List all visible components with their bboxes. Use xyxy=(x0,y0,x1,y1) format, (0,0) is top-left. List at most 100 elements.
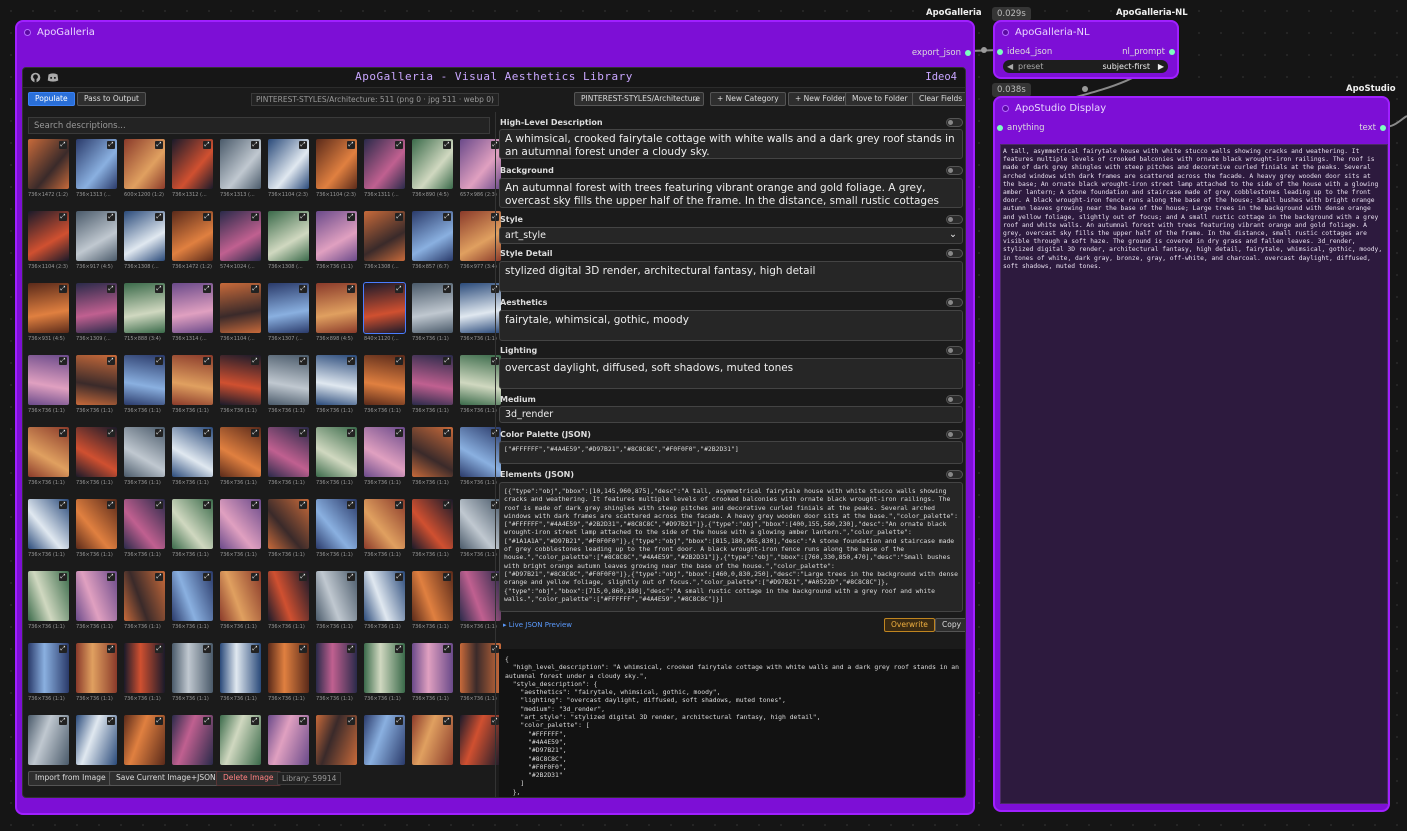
expand-icon[interactable]: ⤢ xyxy=(59,213,67,221)
style-toggle[interactable] xyxy=(946,215,963,224)
gallery-thumbnail[interactable]: ⤢ 736×736 (1:1) xyxy=(76,499,117,562)
collapse-dot-icon[interactable] xyxy=(24,29,31,36)
expand-icon[interactable]: ⤢ xyxy=(251,285,259,293)
expand-icon[interactable]: ⤢ xyxy=(203,357,211,365)
expand-icon[interactable]: ⤢ xyxy=(203,645,211,653)
expand-icon[interactable]: ⤢ xyxy=(155,717,163,725)
expand-icon[interactable]: ⤢ xyxy=(107,501,115,509)
studio-node-header[interactable]: ApoStudio Display xyxy=(995,98,1388,120)
gallery-thumbnail[interactable]: ⤢ 736×736 (1:1) xyxy=(172,643,213,706)
gallery-thumbnail[interactable]: ⤢ 736×931 (4:5) xyxy=(28,283,69,346)
expand-icon[interactable]: ⤢ xyxy=(59,717,67,725)
gallery-thumbnail[interactable]: ⤢ 736×736 (1:1) xyxy=(364,427,405,490)
gallery-thumbnail[interactable]: ⤢ 736×736 (1:1) xyxy=(412,643,453,706)
expand-icon[interactable]: ⤢ xyxy=(395,501,403,509)
gallery-thumbnail[interactable]: ⤢ 736×736 (1:1) xyxy=(268,643,309,706)
aesthetics-textarea[interactable]: fairytale, whimsical, gothic, moody xyxy=(499,310,963,341)
arrow-left-icon[interactable]: ◀ xyxy=(1007,60,1013,73)
gallery-thumbnail[interactable]: ⤢ xyxy=(316,715,357,778)
expand-icon[interactable]: ⤢ xyxy=(59,429,67,437)
expand-icon[interactable]: ⤢ xyxy=(443,141,451,149)
expand-icon[interactable]: ⤢ xyxy=(251,357,259,365)
expand-icon[interactable]: ⤢ xyxy=(155,357,163,365)
expand-icon[interactable]: ⤢ xyxy=(299,141,307,149)
gallery-thumbnail[interactable]: ⤢ 736×736 (1:1) xyxy=(412,283,453,346)
expand-icon[interactable]: ⤢ xyxy=(395,141,403,149)
expand-icon[interactable]: ⤢ xyxy=(203,717,211,725)
gallery-thumbnail[interactable]: ⤢ 736×736 (1:1) xyxy=(28,499,69,562)
hld-toggle[interactable] xyxy=(946,118,963,127)
expand-icon[interactable]: ⤢ xyxy=(155,501,163,509)
elements-toggle[interactable] xyxy=(946,470,963,479)
gallery-thumbnail[interactable]: ⤢ 736×736 (1:1) xyxy=(316,427,357,490)
gallery-thumbnail[interactable]: ⤢ xyxy=(412,715,453,778)
expand-icon[interactable]: ⤢ xyxy=(395,645,403,653)
gallery-thumbnail[interactable]: ⤢ 736×1309 (... xyxy=(76,283,117,346)
aesthetics-toggle[interactable] xyxy=(946,298,963,307)
gallery-thumbnail[interactable]: ⤢ xyxy=(364,715,405,778)
gallery-thumbnail[interactable]: ⤢ 736×1104 (... xyxy=(220,283,261,346)
expand-icon[interactable]: ⤢ xyxy=(251,429,259,437)
studio-node[interactable]: ApoStudio Display anything text A tall, … xyxy=(993,96,1390,812)
delete-image-button[interactable]: Delete Image xyxy=(216,771,281,786)
expand-icon[interactable]: ⤢ xyxy=(59,501,67,509)
collapse-dot-icon[interactable] xyxy=(1002,29,1009,36)
gallery-thumbnail[interactable]: ⤢ 736×1472 (1:2) xyxy=(28,139,69,202)
expand-icon[interactable]: ⤢ xyxy=(107,573,115,581)
gallery-thumbnail[interactable]: ⤢ 736×736 (1:1) xyxy=(316,499,357,562)
gallery-thumbnail[interactable]: ⤢ 736×736 (1:1) xyxy=(220,355,261,418)
gallery-thumbnail[interactable]: ⤢ 736×1308 (... xyxy=(124,211,165,274)
text-output-socket[interactable] xyxy=(1380,125,1386,131)
gallery-thumbnail[interactable]: ⤢ 736×736 (1:1) xyxy=(268,355,309,418)
expand-icon[interactable]: ⤢ xyxy=(59,645,67,653)
gallery-thumbnail[interactable]: ⤢ 736×736 (1:1) xyxy=(124,499,165,562)
gallery-thumbnail[interactable]: ⤢ 736×898 (4:5) xyxy=(316,283,357,346)
expand-icon[interactable]: ⤢ xyxy=(443,213,451,221)
expand-icon[interactable]: ⤢ xyxy=(251,717,259,725)
gallery-thumbnail[interactable]: ⤢ 736×736 (1:1) xyxy=(220,643,261,706)
gallery-thumbnail[interactable]: ⤢ 736×736 (1:1) xyxy=(268,499,309,562)
expand-icon[interactable]: ⤢ xyxy=(251,141,259,149)
expand-icon[interactable]: ⤢ xyxy=(347,285,355,293)
expand-icon[interactable]: ⤢ xyxy=(347,429,355,437)
gallery-thumbnail[interactable]: ⤢ 736×736 (1:1) xyxy=(172,427,213,490)
gallery-thumbnail[interactable]: ⤢ 736×1308 (... xyxy=(364,211,405,274)
expand-icon[interactable]: ⤢ xyxy=(59,573,67,581)
gallery-thumbnail[interactable]: ⤢ 736×736 (1:1) xyxy=(364,571,405,634)
background-textarea[interactable]: An autumnal forest with trees featuring … xyxy=(499,178,963,208)
gallery-thumbnail[interactable]: ⤢ 736×736 (1:1) xyxy=(28,643,69,706)
expand-icon[interactable]: ⤢ xyxy=(107,213,115,221)
expand-icon[interactable]: ⤢ xyxy=(395,357,403,365)
expand-icon[interactable]: ⤢ xyxy=(347,645,355,653)
expand-icon[interactable]: ⤢ xyxy=(299,213,307,221)
expand-icon[interactable]: ⤢ xyxy=(443,717,451,725)
gallery-thumbnail[interactable]: ⤢ xyxy=(268,715,309,778)
expand-icon[interactable]: ⤢ xyxy=(203,573,211,581)
gallery-thumbnail[interactable]: ⤢ 736×1308 (... xyxy=(268,211,309,274)
expand-icon[interactable]: ⤢ xyxy=(155,429,163,437)
preset-widget[interactable]: ◀ preset subject-first ▶ xyxy=(1003,60,1168,73)
gallery-thumbnail[interactable]: ⤢ 736×736 (1:1) xyxy=(172,571,213,634)
expand-icon[interactable]: ⤢ xyxy=(59,357,67,365)
expand-icon[interactable]: ⤢ xyxy=(299,573,307,581)
arrow-right-icon[interactable]: ▶ xyxy=(1158,60,1164,73)
collapse-dot-icon[interactable] xyxy=(1002,105,1009,112)
gallery-thumbnail[interactable]: ⤢ 736×1472 (1:2) xyxy=(172,211,213,274)
expand-icon[interactable]: ⤢ xyxy=(443,357,451,365)
palette-textarea[interactable]: ["#FFFFFF","#4A4E59","#D97B21","#8C8C8C"… xyxy=(499,441,963,464)
expand-icon[interactable]: ⤢ xyxy=(299,429,307,437)
expand-icon[interactable]: ⤢ xyxy=(395,717,403,725)
expand-icon[interactable]: ⤢ xyxy=(155,285,163,293)
gallery-thumbnail[interactable]: ⤢ 736×736 (1:1) xyxy=(124,571,165,634)
gallery-thumbnail[interactable]: ⤢ 736×857 (6:7) xyxy=(412,211,453,274)
expand-icon[interactable]: ⤢ xyxy=(299,285,307,293)
gallery-thumbnail[interactable]: ⤢ 736×736 (1:1) xyxy=(28,571,69,634)
export-json-output-socket[interactable] xyxy=(965,50,971,56)
expand-icon[interactable]: ⤢ xyxy=(395,285,403,293)
expand-icon[interactable]: ⤢ xyxy=(59,141,67,149)
gallery-thumbnail[interactable]: ⤢ 736×736 (1:1) xyxy=(364,643,405,706)
gallery-node-header[interactable]: ApoGalleria xyxy=(17,22,973,44)
gallery-thumbnail[interactable]: ⤢ 840×1120 (... xyxy=(363,282,406,346)
gallery-thumbnail[interactable]: ⤢ 736×736 (1:1) xyxy=(76,427,117,490)
gallery-thumbnail[interactable]: ⤢ 736×736 (1:1) xyxy=(412,499,453,562)
